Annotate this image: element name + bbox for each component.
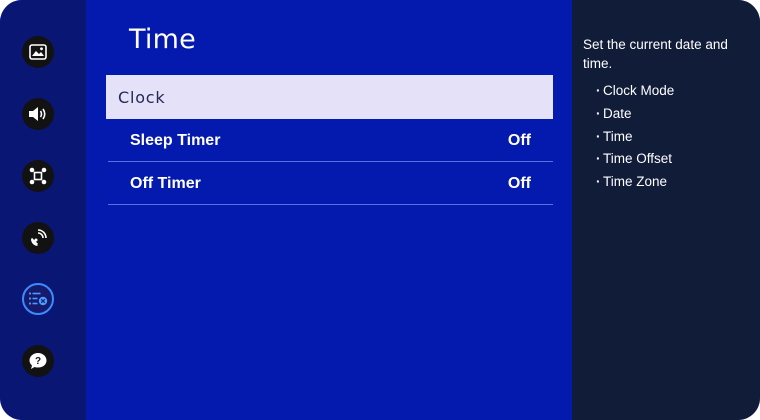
broadcasting-icon: [30, 229, 47, 246]
help-topic: · Time Offset: [596, 148, 674, 171]
help-topic-label: Time Zone: [603, 174, 668, 190]
page-title: Time: [129, 24, 196, 55]
svg-text:?: ?: [35, 356, 41, 367]
support-category[interactable]: ?: [22, 345, 54, 377]
sound-category[interactable]: [22, 98, 54, 130]
help-topic-label: Date: [603, 105, 632, 121]
help-topic-label: Time: [603, 128, 633, 144]
help-description: Set the current date and time.: [583, 37, 728, 71]
bullet-icon: ·: [596, 151, 601, 167]
broadcasting-category[interactable]: [22, 222, 54, 254]
help-topic-label: Clock Mode: [603, 83, 675, 98]
menu-item-label: Sleep Timer: [130, 131, 221, 149]
bullet-icon: ·: [596, 128, 601, 144]
time-menu: Time Clock Sleep Timer Off Off Timer Off: [86, 0, 572, 420]
help-panel: Set the current date and time. · Clock Mo…: [572, 0, 760, 420]
menu-item-sleep-timer[interactable]: Sleep Timer Off: [108, 120, 553, 162]
help-topic: · Time Zone: [596, 171, 674, 194]
tv-settings-screen: ? Time Clock Sleep Timer Off Off Timer O…: [0, 0, 760, 420]
help-topic: · Clock Mode: [596, 80, 674, 103]
menu-item-label: Off Timer: [130, 174, 201, 192]
bullet-icon: ·: [596, 83, 601, 98]
sound-icon: [29, 107, 46, 121]
connection-category[interactable]: [22, 160, 54, 192]
help-topic: · Time: [596, 126, 674, 149]
connection-icon: [29, 167, 47, 185]
picture-icon: [29, 44, 47, 60]
bullet-icon: ·: [596, 105, 601, 121]
help-topic-list: · Clock Mode · Date · Time · Time Offset · Ti…: [596, 80, 674, 194]
help-topic-label: Time Offset: [603, 151, 673, 167]
general-settings-icon: [28, 292, 48, 306]
menu-item-value: Off: [507, 174, 531, 192]
settings-category-rail: ?: [0, 0, 86, 420]
menu-item-value: Off: [507, 131, 531, 149]
bullet-icon: ·: [596, 174, 601, 190]
general-category[interactable]: [22, 283, 54, 315]
picture-category[interactable]: [22, 36, 54, 68]
menu-item-off-timer[interactable]: Off Timer Off: [108, 163, 553, 205]
menu-item-clock[interactable]: Clock: [106, 75, 553, 119]
support-icon: ?: [29, 353, 47, 369]
menu-item-label: Clock: [118, 87, 166, 107]
help-topic: · Date: [596, 103, 674, 126]
